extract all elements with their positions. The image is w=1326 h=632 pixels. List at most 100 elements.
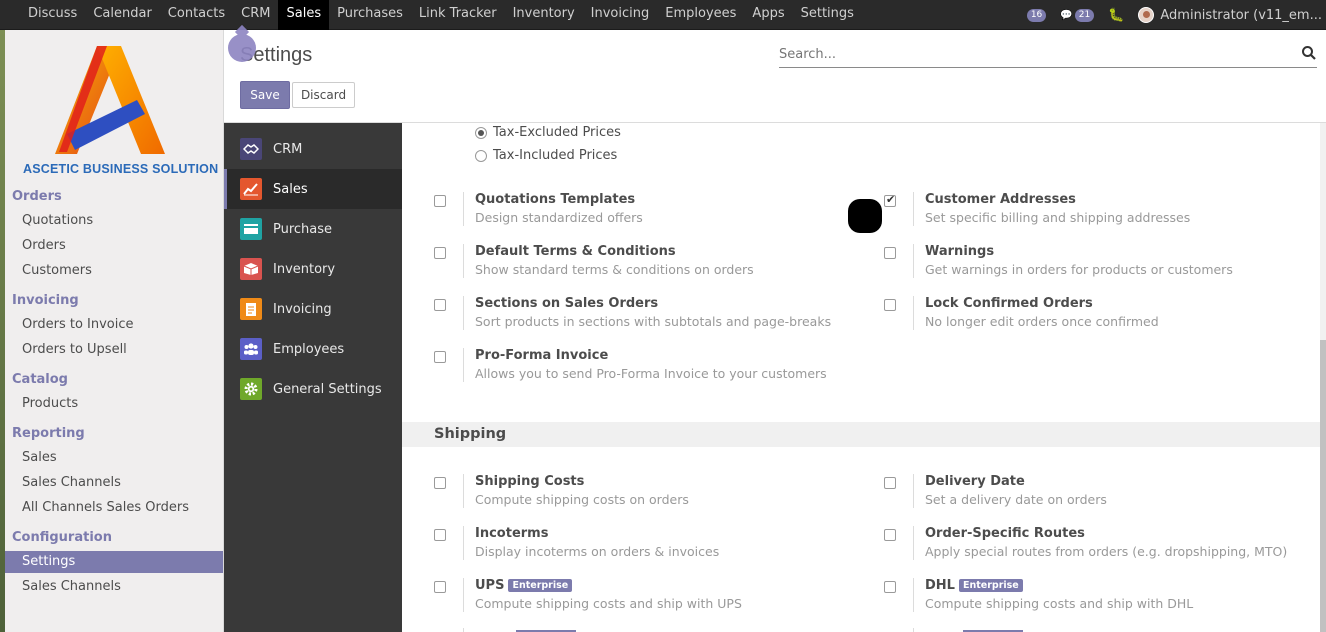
menu-settings[interactable]: Settings: [793, 0, 862, 30]
setting-sections-on-sales-orders: Sections on Sales Orders Sort products i…: [434, 296, 834, 336]
menu-inventory[interactable]: Inventory: [505, 0, 583, 30]
sidebar-item-customers[interactable]: Customers: [5, 260, 223, 282]
radio-tax-excluded[interactable]: Tax-Excluded Prices: [475, 125, 621, 140]
bug-icon[interactable]: 🐛: [1108, 8, 1124, 23]
menu-sales[interactable]: Sales: [278, 0, 330, 30]
menu-purchases[interactable]: Purchases: [329, 0, 411, 30]
setting-title: UPS: [475, 578, 505, 593]
radio-tax-included[interactable]: Tax-Included Prices: [475, 148, 617, 163]
section-configuration: Configuration: [12, 530, 112, 545]
divider: [913, 628, 914, 632]
sidebar-item-sales[interactable]: Sales: [5, 447, 223, 469]
checkbox[interactable]: [434, 195, 446, 207]
avatar[interactable]: [1138, 7, 1155, 23]
checkbox[interactable]: [884, 299, 896, 311]
users-icon: [240, 338, 262, 360]
top-navbar: Discuss Calendar Contacts CRM Sales Purc…: [0, 0, 1326, 30]
setting-description: Allows you to send Pro-Forma Invoice to …: [475, 366, 827, 381]
menu-apps[interactable]: Apps: [744, 0, 792, 30]
section-catalog: Catalog: [12, 372, 68, 387]
search-input[interactable]: [779, 43, 1279, 65]
setting-description: Set a delivery date on orders: [925, 492, 1107, 507]
sidebar-item-orders-to-upsell[interactable]: Orders to Upsell: [5, 339, 223, 361]
menu-employees[interactable]: Employees: [657, 0, 744, 30]
setting-lock-confirmed-orders: Lock Confirmed Orders No longer edit ord…: [884, 296, 1304, 336]
divider: [913, 244, 914, 278]
sidebar-item-orders-to-invoice[interactable]: Orders to Invoice: [5, 314, 223, 336]
user-menu[interactable]: Administrator (v11_em...: [1160, 8, 1326, 23]
app-employees[interactable]: Employees: [224, 329, 402, 369]
menu-calendar[interactable]: Calendar: [85, 0, 159, 30]
systray: 16 💬 21 🐛 Administrator (v11_em...: [1026, 0, 1326, 30]
search-icon[interactable]: [1301, 45, 1317, 61]
setting-default-terms: Default Terms & Conditions Show standard…: [434, 244, 834, 284]
sidebar-item-all-channels-sales-orders[interactable]: All Channels Sales Orders: [5, 497, 223, 519]
cursor-drop-marker: [228, 34, 256, 62]
settings-content: Tax-Excluded Prices Tax-Included Prices …: [402, 123, 1320, 632]
setting-description: Get warnings in orders for products or c…: [925, 262, 1233, 277]
document-icon: [240, 298, 262, 320]
checkbox[interactable]: [884, 193, 896, 207]
divider: [463, 192, 464, 226]
checkbox[interactable]: [434, 299, 446, 311]
setting-title-row: DHL Enterprise: [925, 578, 1023, 593]
setting-incoterms: Incoterms Display incoterms on orders & …: [434, 526, 834, 566]
sidebar-item-quotations[interactable]: Quotations: [5, 210, 223, 232]
divider: [913, 474, 914, 508]
credit-card-icon: [240, 218, 262, 240]
settings-app-list: CRM Sales Purchase Inventory Invoicing E…: [224, 123, 402, 632]
sidebar-item-orders[interactable]: Orders: [5, 235, 223, 257]
setting-title: Sections on Sales Orders: [475, 296, 659, 311]
menu-contacts[interactable]: Contacts: [160, 0, 233, 30]
setting-title: Default Terms & Conditions: [475, 244, 676, 259]
sidebar-item-settings[interactable]: Settings: [5, 551, 223, 573]
scrollbar-thumb[interactable]: [1320, 340, 1326, 632]
scrollbar[interactable]: [1320, 123, 1326, 632]
checkbox[interactable]: [434, 247, 446, 259]
section-orders: Orders: [12, 189, 62, 204]
app-sales[interactable]: Sales: [224, 169, 402, 209]
messages-button[interactable]: 16: [1026, 8, 1047, 22]
divider: [463, 348, 464, 382]
setting-description: Compute shipping costs and ship with DHL: [925, 596, 1194, 611]
setting-description: Set specific billing and shipping addres…: [925, 210, 1191, 225]
app-purchase[interactable]: Purchase: [224, 209, 402, 249]
checkbox[interactable]: [434, 529, 446, 541]
discard-button[interactable]: Discard: [292, 82, 355, 108]
sidebar-item-sales-channels[interactable]: Sales Channels: [5, 576, 223, 598]
setting-shipping-costs: Shipping Costs Compute shipping costs on…: [434, 474, 834, 514]
menu-link-tracker[interactable]: Link Tracker: [411, 0, 505, 30]
checkbox[interactable]: [884, 247, 896, 259]
app-invoicing[interactable]: Invoicing: [224, 289, 402, 329]
divider: [913, 192, 914, 226]
menu-discuss[interactable]: Discuss: [20, 0, 85, 30]
app-general-settings[interactable]: General Settings: [224, 369, 402, 409]
setting-delivery-date: Delivery Date Set a delivery date on ord…: [884, 474, 1304, 514]
app-inventory[interactable]: Inventory: [224, 249, 402, 289]
app-crm[interactable]: CRM: [224, 129, 402, 169]
save-button[interactable]: Save: [240, 81, 290, 109]
divider: [913, 578, 914, 612]
setting-title: Incoterms: [475, 526, 549, 541]
checkbox[interactable]: [884, 581, 896, 593]
chat-button[interactable]: 💬 21: [1060, 8, 1095, 22]
section-reporting: Reporting: [12, 426, 85, 441]
sidebar-item-sales-channels-report[interactable]: Sales Channels: [5, 472, 223, 494]
logo-text: ASCETIC BUSINESS SOLUTION: [23, 162, 219, 176]
setting-title: Lock Confirmed Orders: [925, 296, 1093, 311]
setting-customer-addresses: Customer Addresses Set specific billing …: [884, 192, 1304, 232]
radio-button[interactable]: [475, 149, 487, 162]
setting-description: Compute shipping costs and ship with UPS: [475, 596, 742, 611]
sidebar-item-products[interactable]: Products: [5, 393, 223, 415]
checkbox[interactable]: [884, 529, 896, 541]
checkbox[interactable]: [434, 477, 446, 489]
radio-button[interactable]: [475, 126, 487, 139]
chat-bubble-icon: 💬: [1060, 9, 1073, 21]
checkbox[interactable]: [434, 581, 446, 593]
enterprise-badge: Enterprise: [508, 579, 573, 592]
divider: [463, 628, 464, 632]
setting-description: Apply special routes from orders (e.g. d…: [925, 544, 1288, 559]
checkbox[interactable]: [434, 351, 446, 363]
checkbox[interactable]: [884, 477, 896, 489]
menu-invoicing[interactable]: Invoicing: [583, 0, 658, 30]
